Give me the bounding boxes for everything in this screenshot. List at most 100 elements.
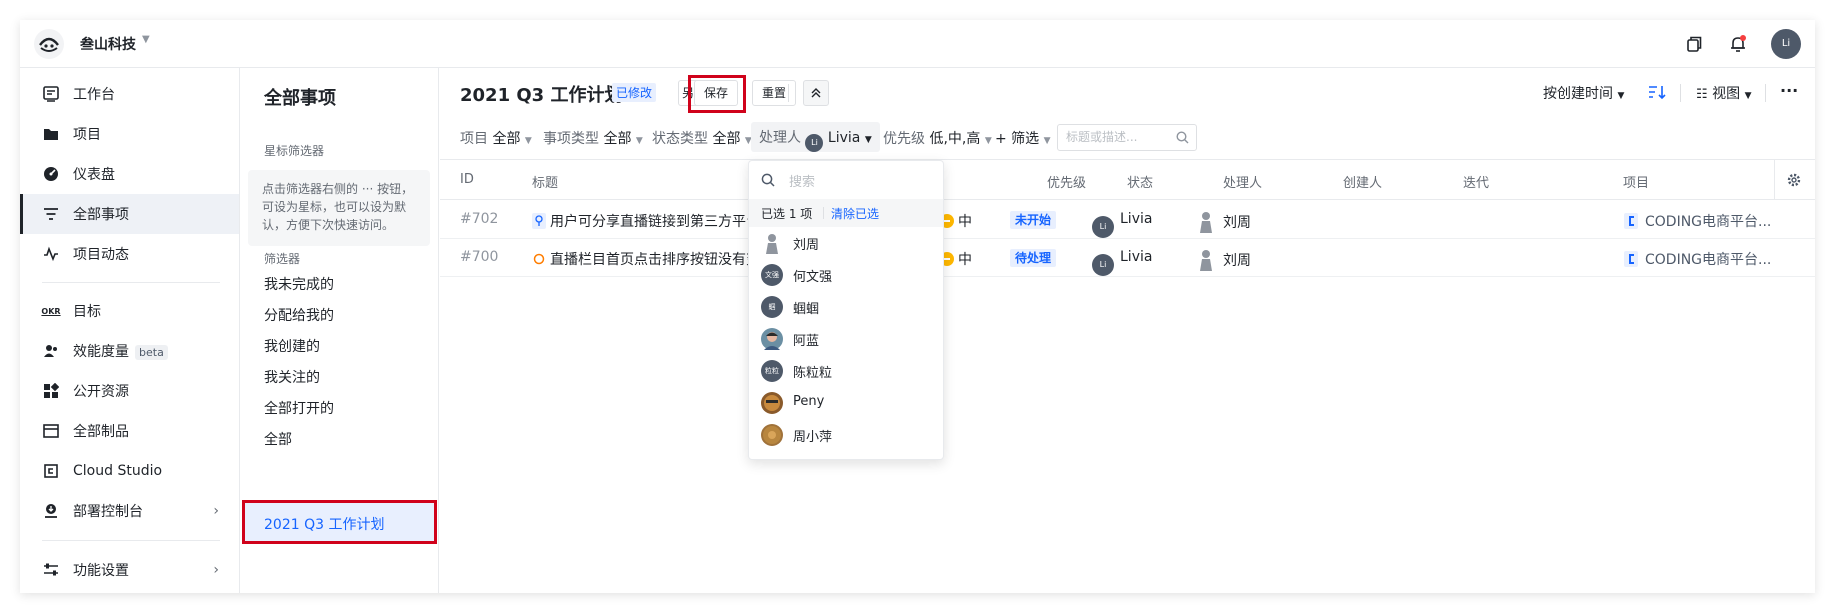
chevron-right-icon: › [213,503,219,519]
gear-icon[interactable] [1786,172,1802,192]
filter-value: 全部 [492,131,521,147]
sidebar-item-label: 部署控制台 [73,504,143,520]
column-header[interactable]: 项目 [1623,172,1649,191]
table-row[interactable]: #700 直播栏目首页点击排序按钮没有变化 中 待处理 Li Livia 刘周 C… [440,239,1815,277]
issue-title[interactable]: 直播栏目首页点击排序按钮没有变化 [532,249,774,269]
logo-icon[interactable] [34,29,64,59]
deploy-icon [42,502,60,520]
dropdown-user-item[interactable]: 文强 何文强 [749,259,943,291]
dropdown-user-item[interactable]: 刘周 [749,227,943,259]
search-input[interactable]: 标题或描述... [1057,124,1197,151]
filter-item-active-label: 2021 Q3 工作计划 [264,517,385,533]
figure-avatar-icon [1197,211,1215,233]
people-icon [42,342,60,360]
issue-title-text: 直播栏目首页点击排序按钮没有变化 [550,252,774,268]
avatar: 蝈 [761,296,783,318]
status-cell[interactable]: 待处理 [1010,249,1057,267]
beta-badge: beta [135,345,168,360]
bell-icon[interactable] [1727,33,1749,55]
filter-priority[interactable]: 优先级 低,中,高 ▼ [883,128,992,148]
view-dropdown[interactable]: ☷ 视图 ▼ [1696,83,1751,103]
column-header[interactable]: 优先级 [1047,172,1086,191]
view-label: 视图 [1712,86,1741,102]
sidebar-item-settings[interactable]: 功能设置 › [20,550,239,590]
sidebar-item-workbench[interactable]: 工作台 [20,74,239,114]
sort-dropdown[interactable]: 按创建时间 ▼ [1543,83,1624,103]
starred-filters-heading: 星标筛选器 [264,144,325,158]
dropdown-user-item[interactable]: 阿蓝 [749,323,943,355]
folder-icon [42,125,60,143]
sidebar-item-artifacts[interactable]: 全部制品 [20,411,239,451]
dropdown-user-item[interactable]: 粒粒 陈粒粒 [749,355,943,387]
sort-order-icon[interactable] [1648,84,1666,104]
project-name: CODING电商平台... [1645,252,1772,268]
filter-label: 处理人 [759,130,801,146]
photo-avatar-icon [761,424,783,446]
sidebar-item-label: 效能度量 beta [73,341,168,361]
issue-id[interactable]: #702 [460,211,498,227]
issue-title[interactable]: 用户可分享直播链接到第三方平台 [532,211,760,231]
project-cell[interactable]: CODING电商平台... [1623,249,1771,269]
filter-label: 项目 [460,131,488,147]
filter-status-type[interactable]: 状态类型 全部 ▼ [652,128,752,148]
more-icon[interactable]: ··· [1780,81,1798,100]
add-filter-button[interactable]: + 筛选 ▼ [995,128,1051,148]
dropdown-search-input[interactable]: 搜索 [749,161,943,199]
defect-icon [532,251,546,267]
chevron-down-icon[interactable]: ▼ [142,34,150,45]
sidebar-item-projects[interactable]: 项目 [20,114,239,154]
list-icon: ☷ [1696,87,1708,102]
user-name: 阿蓝 [793,334,820,349]
sliders-icon [42,561,60,579]
sidebar-item-dashboard[interactable]: 仪表盘 [20,154,239,194]
artifact-icon [42,422,60,440]
user-avatar[interactable]: Li [1771,29,1801,59]
clear-selection-link[interactable]: 清除已选 [831,205,879,222]
sidebar-item-cloud-studio[interactable]: Cloud Studio [20,451,239,491]
dropdown-user-item[interactable]: Peny [749,387,943,419]
table-row[interactable]: #702 用户可分享直播链接到第三方平台 中 未开始 Li Livia 刘周 CO… [440,201,1815,239]
search-placeholder: 标题或描述... [1066,130,1138,144]
filter-project[interactable]: 项目 全部 ▼ [460,128,532,148]
assignee-name: Livia [1120,249,1153,265]
sidebar-item-deploy-console[interactable]: 部署控制台 › [20,491,239,531]
assignee-cell[interactable]: Li Livia [1092,211,1152,238]
priority-cell: 中 [940,211,972,231]
activity-icon [42,245,60,263]
sidebar-item-label: 工作台 [73,87,115,103]
column-header[interactable]: 标题 [532,172,558,191]
copy-icon[interactable] [1683,33,1705,55]
user-name: 周小萍 [793,430,833,445]
filter-issue-type[interactable]: 事项类型 全部 ▼ [543,128,643,148]
column-header[interactable]: 创建人 [1343,172,1382,191]
org-name[interactable]: 叁山科技 [80,34,136,54]
collapse-icon[interactable] [803,80,829,106]
filter-item[interactable]: 我创建的 [264,336,320,356]
column-header[interactable]: 处理人 [1223,172,1262,191]
column-header[interactable]: 迭代 [1463,172,1489,191]
status-cell[interactable]: 未开始 [1010,211,1057,229]
sidebar-item-public-resources[interactable]: 公开资源 [20,371,239,411]
dropdown-user-item[interactable]: 蝈 蝈蝈 [749,291,943,323]
assignee-name: Livia [1120,211,1153,227]
issue-id[interactable]: #700 [460,249,498,265]
column-header[interactable]: ID [460,172,474,187]
filter-item[interactable]: 我未完成的 [264,274,334,294]
filter-item[interactable]: 我关注的 [264,367,320,387]
dropdown-user-item[interactable]: 周小萍 [749,419,943,451]
assignee-cell[interactable]: Li Livia [1092,249,1152,276]
filter-icon [42,205,60,223]
sidebar-item-all-issues[interactable]: 全部事项 [20,194,239,234]
sidebar-item-metrics[interactable]: 效能度量 beta [20,331,239,371]
sidebar-item-okr[interactable]: OKR 目标 [20,291,239,331]
sidebar-item-activity[interactable]: 项目动态 [20,234,239,274]
reset-button[interactable]: 重置 [752,80,796,106]
filter-item[interactable]: 全部打开的 [264,398,334,418]
filter-panel-title: 全部事项 [264,88,336,109]
project-cell[interactable]: CODING电商平台... [1623,211,1771,231]
column-header[interactable]: 状态 [1127,172,1153,191]
filter-item[interactable]: 分配给我的 [264,305,334,325]
filter-item[interactable]: 全部 [264,429,292,449]
filter-item-active[interactable]: 2021 Q3 工作计划 [242,500,437,544]
filter-assignee[interactable]: 处理人 Li Livia ▼ [751,122,880,152]
